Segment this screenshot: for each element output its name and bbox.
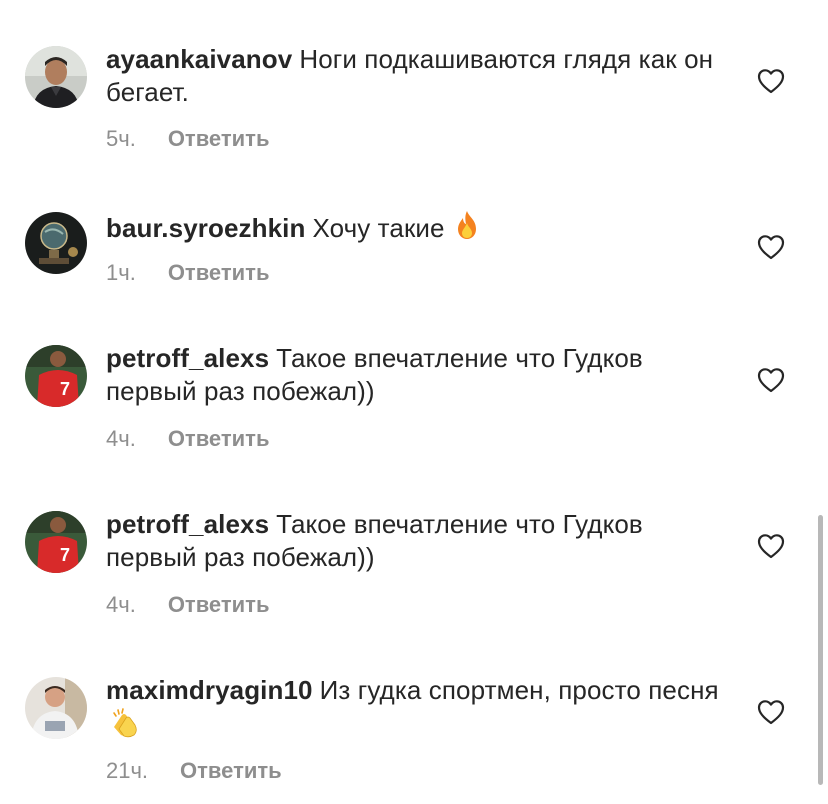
comment-text: baur.syroezhkin Хочу такие — [106, 209, 726, 245]
comment-meta: 4ч. Ответить — [106, 592, 269, 618]
reply-button[interactable]: Ответить — [168, 260, 270, 285]
comment-timestamp: 1ч. — [106, 260, 136, 285]
comment-text: ayaankaivanov Ноги подкашиваются глядя ка… — [106, 43, 726, 109]
avatar[interactable] — [25, 46, 87, 108]
avatar[interactable]: 7 — [25, 345, 87, 407]
reply-button[interactable]: Ответить — [168, 592, 270, 617]
comment-meta: 21ч. Ответить — [106, 758, 282, 784]
comment-timestamp: 5ч. — [106, 126, 136, 151]
comment-meta: 4ч. Ответить — [106, 426, 269, 452]
reply-button[interactable]: Ответить — [168, 126, 270, 151]
heart-outline-icon[interactable] — [757, 699, 785, 725]
comment-meta: 1ч. Ответить — [106, 260, 269, 286]
clapping-hands-emoji — [110, 707, 140, 739]
reply-button[interactable]: Ответить — [180, 758, 282, 783]
fire-emoji — [452, 209, 482, 241]
comment-username[interactable]: baur.syroezhkin — [106, 213, 305, 243]
comment-text: petroff_alexs Такое впечатление что Гудко… — [106, 342, 726, 408]
comment-username[interactable]: petroff_alexs — [106, 509, 269, 539]
comment-body: Хочу такие — [312, 213, 445, 243]
comment-timestamp: 4ч. — [106, 426, 136, 451]
avatar[interactable] — [25, 212, 87, 274]
svg-text:7: 7 — [60, 379, 70, 399]
comment-body: Из гудка спортмен, просто песня — [319, 675, 719, 705]
comment-timestamp: 21ч. — [106, 758, 149, 783]
comment-text: petroff_alexs Такое впечатление что Гудко… — [106, 508, 726, 574]
comment-username[interactable]: ayaankaivanov — [106, 44, 292, 74]
comment-username[interactable]: maximdryagin10 — [106, 675, 313, 705]
heart-outline-icon[interactable] — [757, 367, 785, 393]
comment-timestamp: 4ч. — [106, 592, 136, 617]
heart-outline-icon[interactable] — [757, 234, 785, 260]
comment-meta: 5ч. Ответить — [106, 126, 269, 152]
heart-outline-icon[interactable] — [757, 533, 785, 559]
reply-button[interactable]: Ответить — [168, 426, 270, 451]
comment-username[interactable]: petroff_alexs — [106, 343, 269, 373]
avatar[interactable]: 7 — [25, 511, 87, 573]
scrollbar[interactable] — [818, 515, 823, 785]
comment-text: maximdryagin10 Из гудка спортмен, просто … — [106, 674, 726, 743]
heart-outline-icon[interactable] — [757, 68, 785, 94]
svg-text:7: 7 — [60, 545, 70, 565]
avatar[interactable] — [25, 677, 87, 739]
